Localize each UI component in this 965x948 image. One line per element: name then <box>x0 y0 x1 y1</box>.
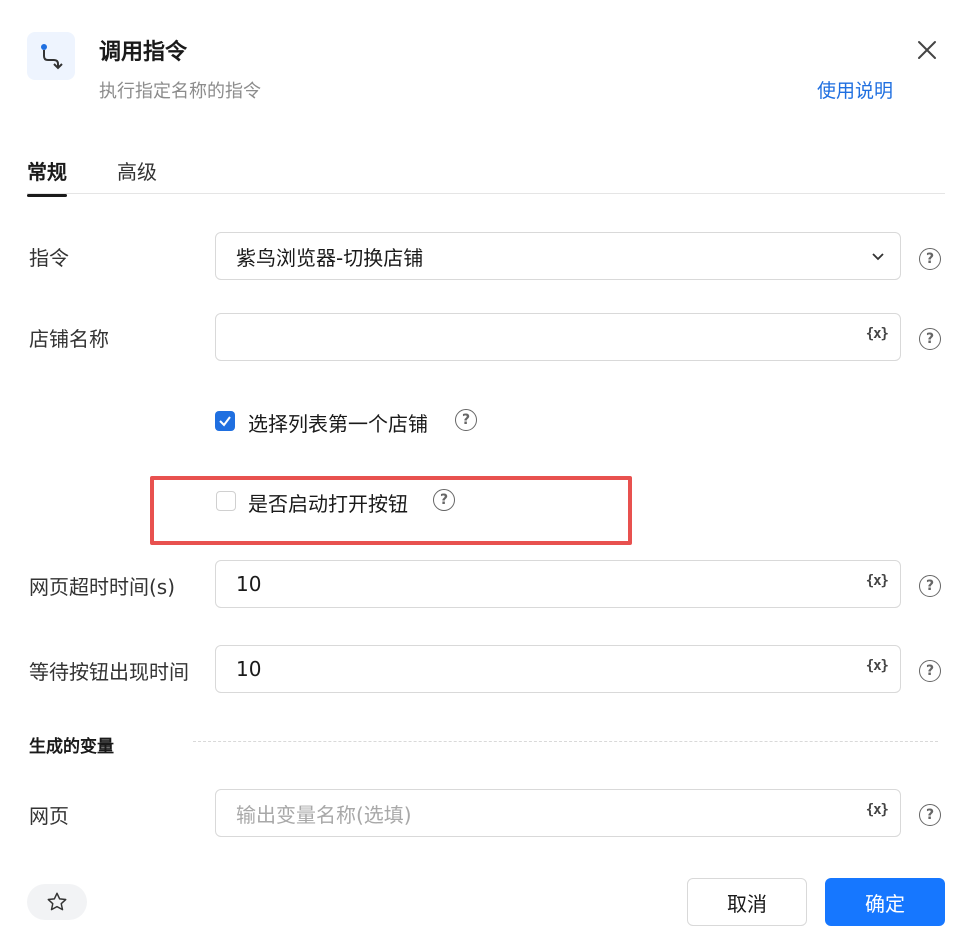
tab-bar: 常规 高级 <box>27 150 945 197</box>
page-timeout-value: 10 <box>236 572 262 596</box>
page-timeout-input[interactable]: 10 {x} <box>215 560 901 608</box>
select-first-store-checkbox[interactable] <box>215 411 235 431</box>
cancel-button[interactable]: 取消 <box>687 878 807 926</box>
store-name-input[interactable]: {x} <box>215 313 901 361</box>
enable-open-button-label: 是否启动打开按钮 <box>248 492 408 516</box>
store-name-label: 店铺名称 <box>29 327 109 351</box>
variable-insert-icon[interactable]: {x} <box>866 658 889 674</box>
favorite-button[interactable] <box>27 884 87 920</box>
dialog-title: 调用指令 <box>99 40 188 65</box>
section-divider <box>193 741 938 742</box>
webpage-var-placeholder: 输出变量名称(选填) <box>236 802 412 827</box>
webpage-var-input[interactable]: 输出变量名称(选填) {x} <box>215 789 901 837</box>
variable-insert-icon[interactable]: {x} <box>866 802 889 818</box>
enable-open-button-help-icon[interactable]: ? <box>433 489 455 511</box>
command-value: 紫鸟浏览器-切换店铺 <box>236 245 424 270</box>
wait-button-time-input[interactable]: 10 {x} <box>215 645 901 693</box>
command-help-icon[interactable]: ? <box>919 248 941 270</box>
webpage-var-help-icon[interactable]: ? <box>919 804 941 826</box>
chevron-down-icon <box>872 253 884 261</box>
enable-open-button-checkbox[interactable] <box>216 491 236 511</box>
flow-connector-icon <box>27 32 75 80</box>
select-first-store-label: 选择列表第一个店铺 <box>248 412 428 436</box>
select-first-store-help-icon[interactable]: ? <box>455 409 477 431</box>
tab-general[interactable]: 常规 <box>27 156 67 197</box>
checkmark-icon <box>219 416 231 427</box>
tab-advanced[interactable]: 高级 <box>117 156 157 185</box>
command-select[interactable]: 紫鸟浏览器-切换店铺 <box>215 232 901 280</box>
confirm-button[interactable]: 确定 <box>825 878 945 926</box>
variable-insert-icon[interactable]: {x} <box>866 573 889 589</box>
variable-insert-icon[interactable]: {x} <box>866 326 889 342</box>
wait-button-time-label: 等待按钮出现时间 <box>29 660 189 684</box>
wait-button-time-help-icon[interactable]: ? <box>919 660 941 682</box>
page-timeout-label: 网页超时时间(s) <box>29 575 176 599</box>
dialog-subtitle: 执行指定名称的指令 <box>99 81 261 102</box>
close-icon[interactable] <box>915 38 939 62</box>
wait-button-time-value: 10 <box>236 657 262 681</box>
webpage-var-label: 网页 <box>29 804 69 828</box>
command-label: 指令 <box>29 246 69 270</box>
star-icon <box>47 892 67 911</box>
help-link[interactable]: 使用说明 <box>817 76 893 103</box>
page-timeout-help-icon[interactable]: ? <box>919 575 941 597</box>
generated-vars-title: 生成的变量 <box>29 737 114 757</box>
store-name-help-icon[interactable]: ? <box>919 328 941 350</box>
